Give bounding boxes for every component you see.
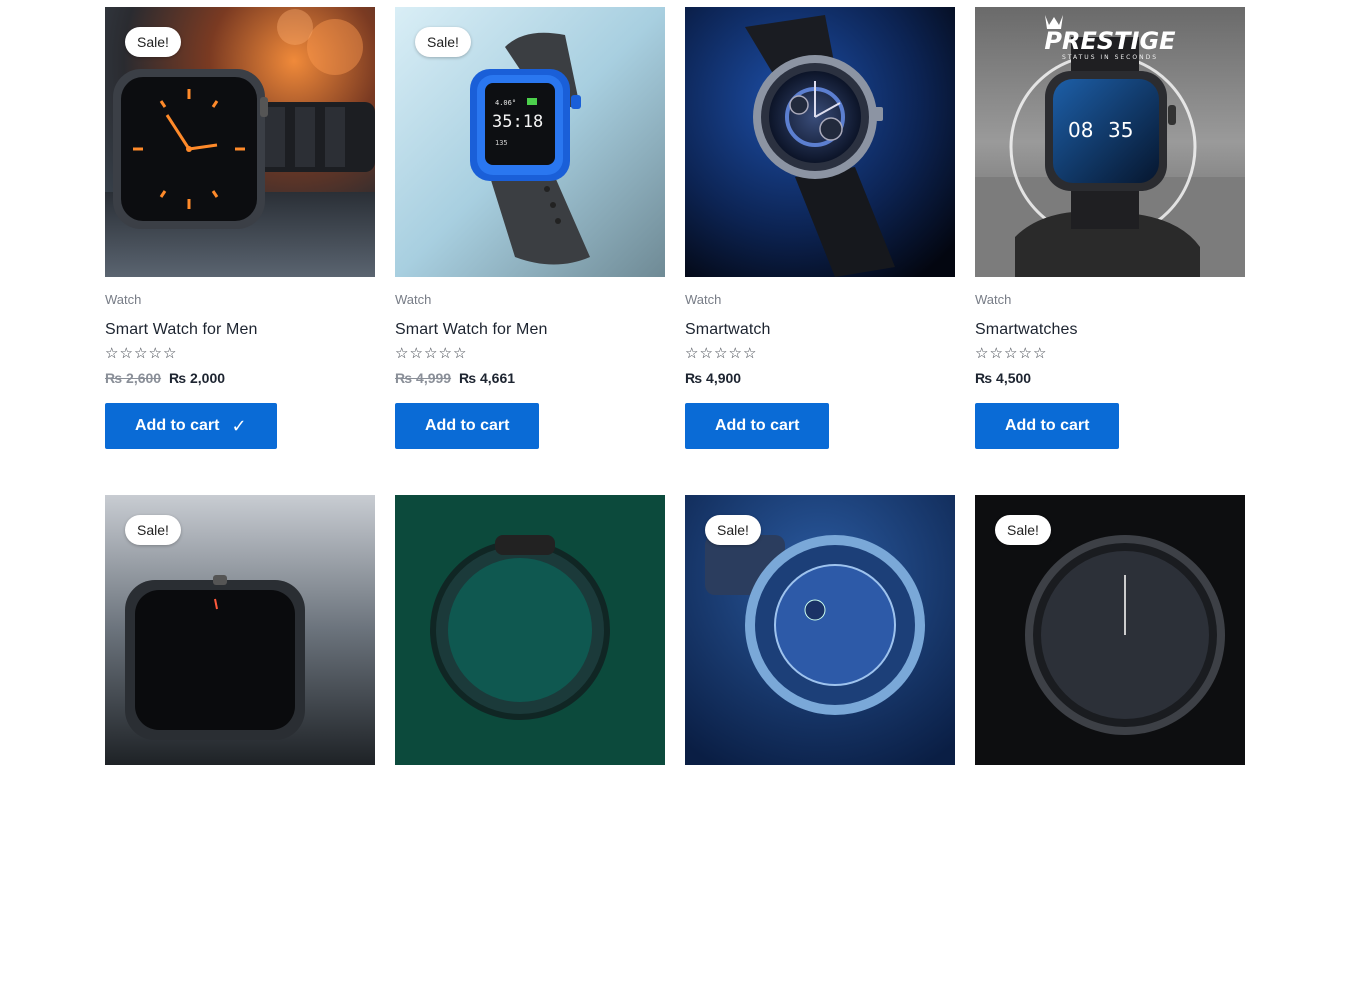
- brand-logo: PRESTIGE: [1044, 27, 1176, 55]
- product-price: ₨ 4,900: [685, 369, 955, 387]
- add-to-cart-label: Add to cart: [715, 417, 800, 434]
- star-icon: ☆: [148, 344, 162, 362]
- watch-screen-text: 4.06°: [495, 99, 516, 107]
- star-rating: ☆ ☆ ☆ ☆ ☆: [975, 345, 1245, 361]
- star-icon: ☆: [699, 344, 713, 362]
- add-to-cart-label: Add to cart: [135, 417, 220, 434]
- watch-screen-time: 35:18: [492, 112, 543, 132]
- product-price: ₨ 4,999 ₨ 4,661: [395, 369, 665, 387]
- product-category[interactable]: Watch: [395, 292, 665, 308]
- add-to-cart-button[interactable]: Add to cart: [685, 403, 830, 449]
- add-to-cart-button[interactable]: Add to cart ✓: [105, 403, 277, 449]
- add-to-cart-label: Add to cart: [1005, 417, 1090, 434]
- star-icon: ☆: [743, 344, 757, 362]
- star-icon: ☆: [714, 344, 728, 362]
- product-image[interactable]: Sale!: [685, 495, 955, 765]
- watch-screen-text: 135: [495, 139, 508, 147]
- star-icon: ☆: [424, 344, 438, 362]
- product-category[interactable]: Watch: [105, 292, 375, 308]
- product-grid: Sale! Watch Smart Watch for Men ☆ ☆ ☆ ☆ ☆ ₨ …: [105, 7, 1245, 983]
- product-title[interactable]: Smartwatches: [975, 320, 1245, 340]
- product-image[interactable]: Sale!: [105, 495, 375, 765]
- star-icon: ☆: [989, 344, 1003, 362]
- original-price: ₨ 2,600: [105, 370, 162, 386]
- star-icon: ☆: [975, 344, 989, 362]
- brand-tagline: STATUS IN SECONDS: [1062, 54, 1158, 61]
- product-image[interactable]: 08 35 PRESTIGE STATUS IN SECONDS: [975, 7, 1245, 277]
- star-rating: ☆ ☆ ☆ ☆ ☆: [685, 345, 955, 361]
- star-rating: ☆ ☆ ☆ ☆ ☆: [105, 345, 375, 361]
- add-to-cart-label: Add to cart: [425, 417, 510, 434]
- product-image[interactable]: [395, 495, 665, 765]
- product-category[interactable]: Watch: [975, 292, 1245, 308]
- add-to-cart-button[interactable]: Add to cart: [395, 403, 540, 449]
- star-icon: ☆: [395, 344, 409, 362]
- star-icon: ☆: [105, 344, 119, 362]
- original-price: ₨ 4,999: [395, 370, 452, 386]
- product-price: ₨ 2,600 ₨ 2,000: [105, 369, 375, 387]
- star-icon: ☆: [1033, 344, 1047, 362]
- product-card: Sale!: [975, 495, 1245, 983]
- star-icon: ☆: [728, 344, 742, 362]
- watch-screen-minutes: 35: [1108, 118, 1133, 142]
- star-rating: ☆ ☆ ☆ ☆ ☆: [395, 345, 665, 361]
- star-icon: ☆: [1004, 344, 1018, 362]
- check-icon: ✓: [231, 415, 247, 437]
- price: ₨ 4,900: [685, 370, 742, 386]
- star-icon: ☆: [163, 344, 177, 362]
- sale-badge: Sale!: [415, 27, 471, 57]
- star-icon: ☆: [119, 344, 133, 362]
- product-image[interactable]: Sale!: [105, 7, 375, 277]
- product-card: Sale!: [685, 495, 955, 983]
- product-category[interactable]: Watch: [685, 292, 955, 308]
- star-icon: ☆: [1018, 344, 1032, 362]
- sale-badge: Sale!: [995, 515, 1051, 545]
- product-card: Sale!: [105, 495, 375, 983]
- product-card: Watch Smartwatch ☆ ☆ ☆ ☆ ☆ ₨ 4,900 Add to ca…: [685, 7, 955, 495]
- sale-price: ₨ 2,000: [168, 370, 226, 386]
- star-icon: ☆: [453, 344, 467, 362]
- product-card: [395, 495, 665, 983]
- product-title[interactable]: Smart Watch for Men: [105, 320, 375, 340]
- star-icon: ☆: [409, 344, 423, 362]
- product-image[interactable]: [685, 7, 955, 277]
- price: ₨ 4,500: [975, 370, 1032, 386]
- sale-badge: Sale!: [125, 27, 181, 57]
- product-title[interactable]: Smartwatch: [685, 320, 955, 340]
- star-icon: ☆: [685, 344, 699, 362]
- star-icon: ☆: [134, 344, 148, 362]
- watch-screen-hours: 08: [1068, 118, 1093, 142]
- product-card: 08 35 PRESTIGE STATUS IN SECONDS Watch S…: [975, 7, 1245, 495]
- sale-badge: Sale!: [705, 515, 761, 545]
- product-image[interactable]: 4.06° 35:18 135 Sale!: [395, 7, 665, 277]
- product-card: Sale! Watch Smart Watch for Men ☆ ☆ ☆ ☆ ☆ ₨ …: [105, 7, 375, 495]
- product-image[interactable]: Sale!: [975, 495, 1245, 765]
- add-to-cart-button[interactable]: Add to cart: [975, 403, 1120, 449]
- star-icon: ☆: [438, 344, 452, 362]
- product-price: ₨ 4,500: [975, 369, 1245, 387]
- product-card: 4.06° 35:18 135 Sale! Watch Smart Watch …: [395, 7, 665, 495]
- product-title[interactable]: Smart Watch for Men: [395, 320, 665, 340]
- sale-badge: Sale!: [125, 515, 181, 545]
- sale-price: ₨ 4,661: [458, 370, 516, 386]
